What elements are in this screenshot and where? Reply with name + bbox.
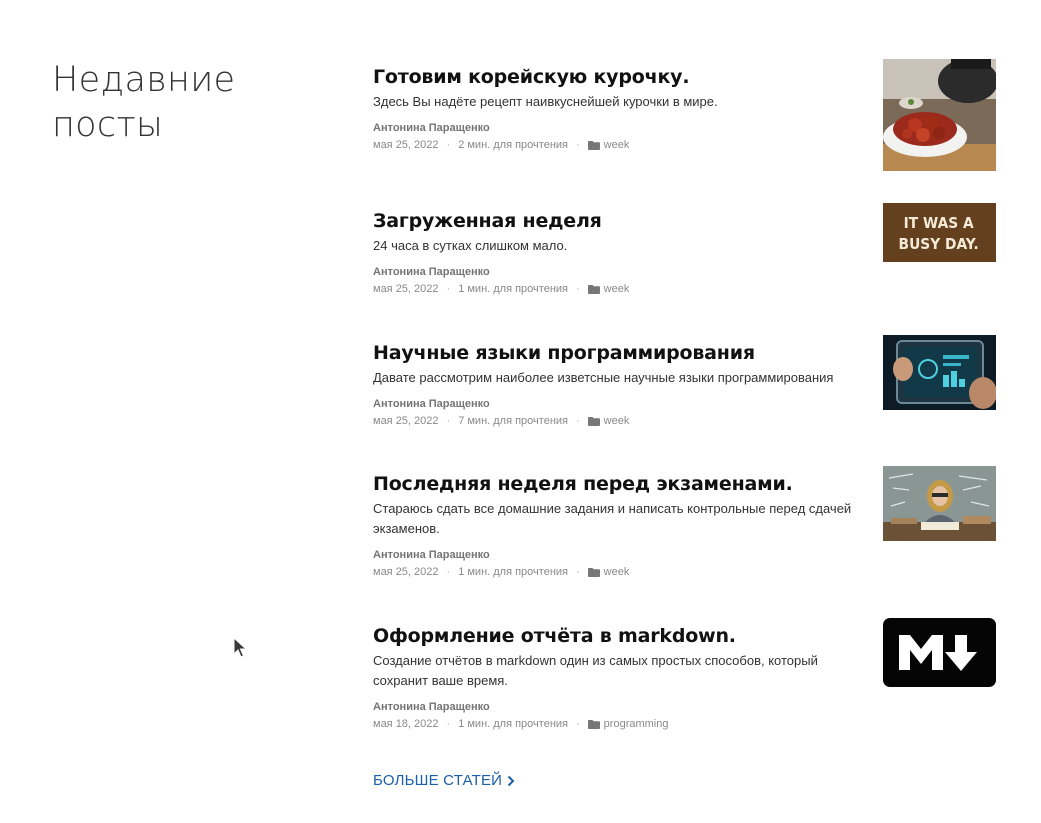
meta-separator: · [576,718,580,730]
meta-separator: · [446,139,451,151]
meta-separator: · [576,566,580,578]
post-thumbnail-student[interactable] [883,466,996,541]
chevron-right-icon [507,775,515,786]
post-item: Последняя неделя перед экзаменами. Стара… [373,466,996,581]
post-read-time: 1 мин. для прочтения [458,566,568,578]
post-title[interactable]: Последняя неделя перед экзаменами. [373,469,853,499]
post-thumbnail-markdown-logo[interactable] [883,618,996,687]
meta-separator: · [446,718,451,730]
post-read-time: 7 мин. для прочтения [458,415,568,427]
post-category[interactable]: week [604,281,630,298]
post-read-time: 1 мин. для прочтения [458,718,568,730]
post-read-time: 2 мин. для прочтения [458,139,568,151]
post-meta: мая 25, 2022 · 1 мин. для прочтения · we… [373,564,853,581]
post-author[interactable]: Антонина Паращенко [373,547,853,564]
post-item: Загруженная неделя 24 часа в сутках слиш… [373,203,996,298]
post-item: Оформление отчёта в markdown. Создание о… [373,618,996,733]
post-title[interactable]: Оформление отчёта в markdown. [373,621,853,651]
folder-icon [587,141,600,150]
post-date: мая 18, 2022 [373,718,439,730]
post-meta: мая 25, 2022 · 2 мин. для прочтения · we… [373,137,853,154]
mouse-cursor-icon [233,637,247,658]
folder-icon [587,285,600,294]
post-date: мая 25, 2022 [373,283,439,295]
post-author[interactable]: Антонина Паращенко [373,120,853,137]
post-description: Стараюсь сдать все домашние задания и на… [373,501,852,536]
post-title[interactable]: Научные языки программирования [373,338,853,368]
post-category[interactable]: week [604,564,630,581]
meta-separator: · [446,283,451,295]
post-item: Научные языки программирования Давате ра… [373,335,996,430]
post-author[interactable]: Антонина Паращенко [373,699,853,716]
meta-separator: · [446,566,451,578]
post-thumbnail-busy-day[interactable]: IT WAS A BUSY DAY. [883,203,996,262]
post-title[interactable]: Загруженная неделя [373,206,853,236]
post-meta: мая 18, 2022 · 1 мин. для прочтения · pr… [373,716,853,733]
folder-icon [587,720,600,729]
post-description: Давате рассмотрим наиболее изветсные нау… [373,370,834,385]
post-thumbnail-korean-chicken[interactable] [883,59,996,171]
post-date: мая 25, 2022 [373,415,439,427]
more-articles-label: БОЛЬШЕ СТАТЕЙ [373,772,503,789]
post-description: Создание отчётов в markdown один из самы… [373,653,818,688]
post-meta: мая 25, 2022 · 1 мин. для прочтения · we… [373,281,853,298]
post-author[interactable]: Антонина Паращенко [373,264,853,281]
meta-separator: · [576,139,580,151]
post-category[interactable]: programming [604,716,669,733]
post-meta: мая 25, 2022 · 7 мин. для прочтения · we… [373,413,853,430]
more-articles-link[interactable]: БОЛЬШЕ СТАТЕЙ [373,772,516,789]
meta-separator: · [576,283,580,295]
post-date: мая 25, 2022 [373,566,439,578]
post-item: Готовим корейскую курочку. Здесь Вы надё… [373,59,996,171]
post-date: мая 25, 2022 [373,139,439,151]
post-category[interactable]: week [604,413,630,430]
post-thumbnail-tablet[interactable] [883,335,996,410]
post-description: Здесь Вы надёте рецепт наивкуснейшей кур… [373,94,718,109]
meta-separator: · [446,415,451,427]
meta-separator: · [576,415,580,427]
post-category[interactable]: week [604,137,630,154]
thumbnail-text-line1: IT WAS A [904,216,975,233]
section-title: Недавние посты [52,60,236,145]
post-title[interactable]: Готовим корейскую курочку. [373,62,853,92]
folder-icon [587,417,600,426]
post-read-time: 1 мин. для прочтения [458,283,568,295]
folder-icon [587,568,600,577]
thumbnail-text-line2: BUSY DAY. [899,237,979,254]
post-author[interactable]: Антонина Паращенко [373,396,853,413]
post-description: 24 часа в сутках слишком мало. [373,238,568,253]
